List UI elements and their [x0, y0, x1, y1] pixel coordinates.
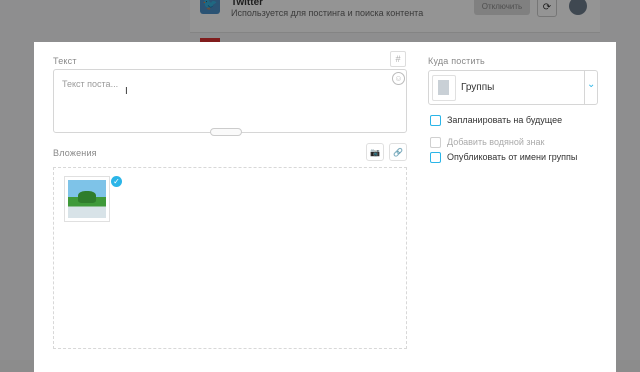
post-modal: Текст # Текст поста... ☺ I Вложения 📷 🔗 …: [34, 42, 616, 372]
attachments-dropzone[interactable]: ✓: [53, 167, 407, 349]
attachments-label: Вложения: [53, 148, 97, 158]
text-cursor-icon: I: [125, 86, 128, 97]
publish-as-group-label: Опубликовать от имени группы: [447, 152, 578, 162]
watermark-checkbox: [430, 136, 441, 148]
attachment-image: [68, 180, 106, 218]
schedule-label: Запланировать на будущее: [447, 115, 563, 125]
chevron-down-icon[interactable]: ⌄: [587, 79, 595, 90]
watermark-option: Добавить водяной знак: [430, 136, 544, 148]
link-button[interactable]: 🔗: [389, 143, 407, 161]
camera-icon: 📷: [370, 147, 380, 157]
check-icon[interactable]: ✓: [111, 176, 122, 187]
post-text-placeholder: Текст поста...: [62, 79, 119, 89]
watermark-label: Добавить водяной знак: [447, 137, 545, 147]
camera-button[interactable]: 📷: [366, 143, 384, 161]
link-icon: 🔗: [393, 147, 403, 157]
where-label: Куда постить: [428, 56, 485, 66]
target-select[interactable]: Группы ⌄: [428, 70, 598, 105]
publish-as-group-checkbox[interactable]: [430, 151, 441, 163]
publish-as-group-option[interactable]: Опубликовать от имени группы: [430, 151, 577, 163]
text-label: Текст: [53, 56, 77, 66]
schedule-option[interactable]: Запланировать на будущее: [430, 114, 562, 126]
post-text-input[interactable]: Текст поста... ☺: [53, 69, 407, 133]
group-icon: [432, 75, 456, 101]
hashtag-button[interactable]: #: [390, 51, 406, 67]
emoji-icon[interactable]: ☺: [392, 72, 405, 85]
schedule-checkbox[interactable]: [430, 114, 441, 126]
target-select-value: Группы: [461, 82, 495, 93]
resize-handle[interactable]: [210, 128, 242, 136]
attachment-thumbnail[interactable]: ✓: [64, 176, 122, 222]
